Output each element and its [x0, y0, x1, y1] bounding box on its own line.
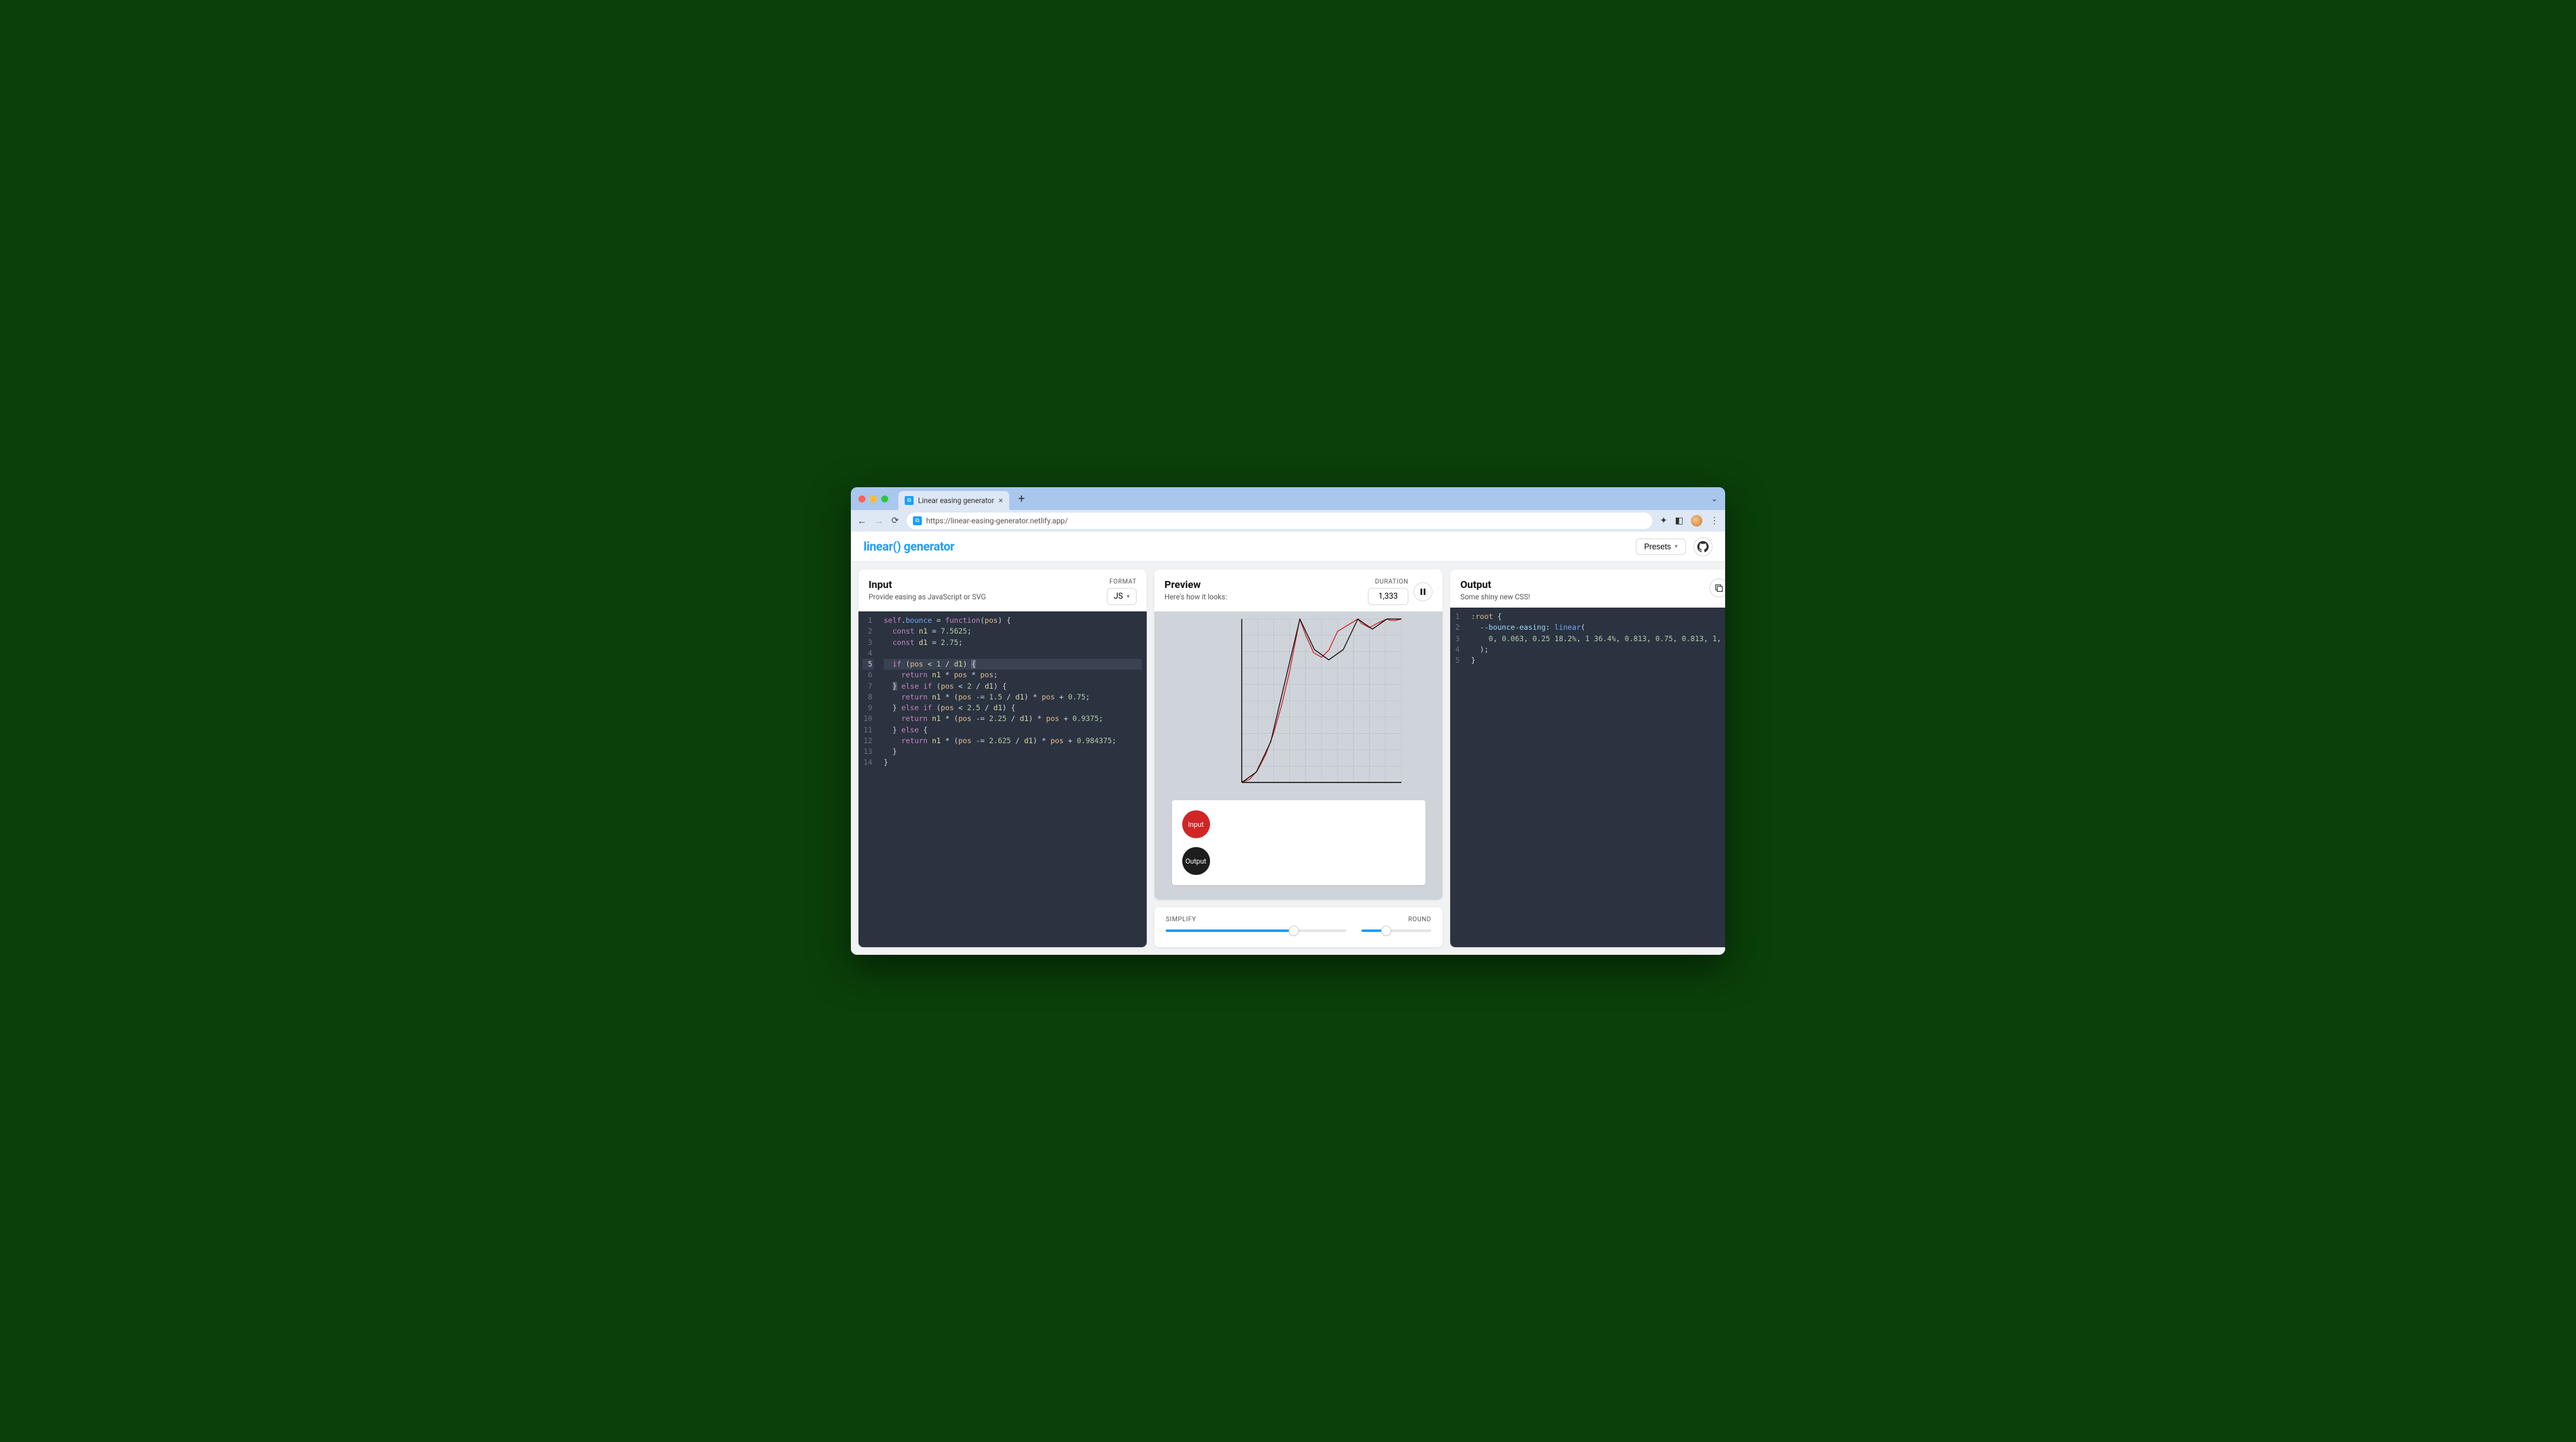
panel-icon[interactable]: ◧: [1675, 516, 1683, 526]
slider-row: SIMPLIFY ROUND: [1154, 907, 1443, 947]
browser-window: ⧉ Linear easing generator × + ⌄ ← → ⟳ ⧉ …: [851, 487, 1725, 955]
preview-header: Preview Here's how it looks: DURATION 1,…: [1154, 570, 1443, 611]
address-url: https://linear-easing-generator.netlify.…: [926, 516, 1068, 525]
simplify-slider[interactable]: [1166, 929, 1346, 932]
output-code[interactable]: :root { --bounce-easing: linear( 0, 0.06…: [1466, 608, 1725, 947]
preview-column: Preview Here's how it looks: DURATION 1,…: [1154, 570, 1443, 947]
preview-subtitle: Here's how it looks:: [1164, 592, 1227, 601]
main-grid: Input Provide easing as JavaScript or SV…: [851, 562, 1725, 955]
preview-body: Input Output: [1154, 611, 1443, 900]
maximize-window-icon[interactable]: [881, 495, 888, 502]
output-ball-label: Output: [1185, 857, 1206, 865]
duration-input[interactable]: 1,333: [1368, 588, 1408, 605]
animation-demo-card: Input Output: [1172, 800, 1425, 885]
input-gutter: 1234567891011121314: [858, 611, 879, 947]
copy-button[interactable]: [1709, 578, 1725, 597]
nav-back-icon[interactable]: ←: [857, 515, 867, 526]
reload-icon[interactable]: ⟳: [891, 516, 899, 526]
round-slider-group: ROUND: [1361, 916, 1431, 932]
output-code-editor[interactable]: 12345 :root { --bounce-easing: linear( 0…: [1450, 608, 1725, 947]
output-gutter: 12345: [1450, 608, 1466, 947]
input-header: Input Provide easing as JavaScript or SV…: [858, 570, 1147, 611]
format-label: FORMAT: [1107, 578, 1137, 585]
input-title: Input: [869, 578, 986, 590]
input-pane: Input Provide easing as JavaScript or SV…: [858, 570, 1147, 947]
format-select[interactable]: JS ▾: [1107, 588, 1137, 605]
preview-pane: Preview Here's how it looks: DURATION 1,…: [1154, 570, 1443, 900]
site-favicon-icon: ⧉: [913, 516, 922, 525]
simplify-label: SIMPLIFY: [1166, 916, 1346, 923]
app-title: linear() generator: [864, 539, 954, 554]
easing-graph: [1191, 614, 1406, 791]
toolbar-actions: ✦ ◧ ⋮: [1660, 515, 1719, 526]
input-code-editor[interactable]: 1234567891011121314 self.bounce = functi…: [858, 611, 1147, 947]
output-ball: Output: [1182, 847, 1210, 875]
play-pause-button[interactable]: [1413, 582, 1432, 601]
chevron-down-icon: ▾: [1126, 594, 1130, 600]
browser-toolbar: ← → ⟳ ⧉ https://linear-easing-generator.…: [851, 510, 1725, 532]
presets-label: Presets: [1644, 542, 1671, 551]
output-header: Output Some shiny new CSS!: [1450, 570, 1725, 608]
window-traffic-lights: [858, 495, 888, 502]
tab-close-icon[interactable]: ×: [998, 496, 1003, 506]
input-subtitle: Provide easing as JavaScript or SVG: [869, 592, 986, 601]
input-code[interactable]: self.bounce = function(pos) { const n1 =…: [879, 611, 1147, 947]
browser-tab[interactable]: ⧉ Linear easing generator ×: [898, 491, 1009, 510]
format-value: JS: [1114, 592, 1123, 601]
preview-title: Preview: [1164, 578, 1227, 590]
output-subtitle: Some shiny new CSS!: [1460, 592, 1530, 601]
input-ball-label: Input: [1188, 820, 1204, 829]
copy-icon: [1714, 584, 1723, 592]
round-label: ROUND: [1361, 916, 1431, 923]
duration-label: DURATION: [1368, 578, 1408, 585]
tab-favicon-icon: ⧉: [905, 496, 914, 505]
browser-titlebar: ⧉ Linear easing generator × + ⌄: [851, 487, 1725, 510]
output-title: Output: [1460, 578, 1530, 590]
github-icon: [1697, 541, 1709, 552]
tabs-overflow-icon[interactable]: ⌄: [1711, 494, 1718, 503]
kebab-menu-icon[interactable]: ⋮: [1710, 516, 1719, 526]
app-header: linear() generator Presets ▾: [851, 532, 1725, 562]
extensions-icon[interactable]: ✦: [1660, 516, 1667, 526]
tab-title: Linear easing generator: [918, 496, 994, 505]
simplify-thumb[interactable]: [1289, 926, 1298, 935]
pause-icon: [1419, 588, 1427, 596]
presets-dropdown[interactable]: Presets ▾: [1636, 539, 1686, 555]
round-thumb[interactable]: [1382, 926, 1391, 935]
github-link[interactable]: [1693, 537, 1712, 556]
profile-avatar-icon[interactable]: [1691, 515, 1702, 526]
output-pane: Output Some shiny new CSS! 12345 :root {…: [1450, 570, 1725, 947]
minimize-window-icon[interactable]: [870, 495, 877, 502]
new-tab-button[interactable]: +: [1014, 492, 1028, 506]
simplify-slider-group: SIMPLIFY: [1166, 916, 1346, 932]
address-bar[interactable]: ⧉ https://linear-easing-generator.netlif…: [907, 513, 1652, 529]
nav-forward-icon: →: [874, 515, 884, 526]
chevron-down-icon: ▾: [1674, 543, 1678, 550]
round-slider[interactable]: [1361, 929, 1431, 932]
input-ball: Input: [1182, 810, 1210, 838]
close-window-icon[interactable]: [858, 495, 865, 502]
